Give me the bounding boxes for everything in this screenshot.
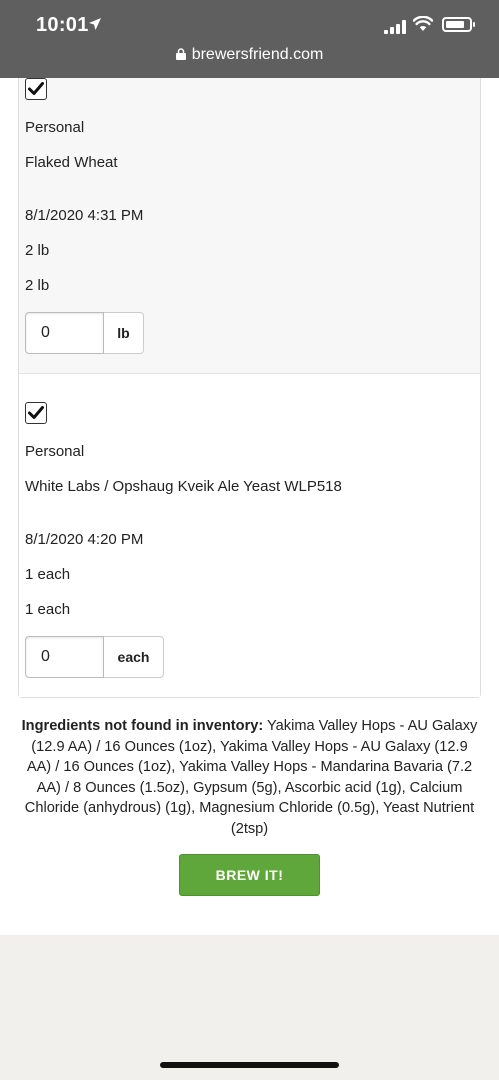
checkmark-icon — [28, 406, 44, 419]
url-bar[interactable]: brewersfriend.com — [0, 46, 499, 64]
home-indicator[interactable] — [160, 1062, 339, 1068]
brew-it-button[interactable]: BREW IT! — [179, 854, 320, 896]
item-type: Personal — [25, 443, 85, 460]
item-date: 8/1/2020 4:31 PM — [25, 207, 144, 224]
inventory-item: Personal Flaked Wheat 8/1/2020 4:31 PM 2… — [19, 78, 480, 374]
item-name: Flaked Wheat — [25, 154, 118, 171]
item-type: Personal — [25, 119, 85, 136]
status-time: 10:01 — [36, 14, 89, 36]
location-arrow-icon — [89, 18, 101, 30]
missing-ingredients-list: Yakima Valley Hops - AU Galaxy (12.9 AA)… — [24, 718, 478, 837]
item-amount: 2 lb — [25, 242, 50, 259]
cellular-signal-icon — [384, 20, 406, 34]
checkmark-icon — [28, 82, 44, 95]
battery-icon — [442, 17, 475, 32]
inventory-card: Personal Flaked Wheat 8/1/2020 4:31 PM 2… — [18, 78, 481, 698]
unit-label: lb — [104, 312, 144, 354]
url-text: brewersfriend.com — [191, 46, 324, 63]
browser-top-bar: 10:01 brewersfriend.com — [0, 0, 499, 78]
quantity-input-group: each — [25, 636, 164, 678]
missing-ingredients-note: Ingredients not found in inventory: Yaki… — [18, 716, 481, 840]
lock-icon — [175, 48, 186, 60]
unit-label: each — [104, 636, 164, 678]
item-amount: 1 each — [25, 566, 71, 583]
inventory-item: Personal White Labs / Opshaug Kveik Ale … — [19, 375, 480, 697]
item-name: White Labs / Opshaug Kveik Ale Yeast WLP… — [25, 478, 342, 495]
item-amount-remaining: 1 each — [25, 601, 71, 618]
item-amount-remaining: 2 lb — [25, 277, 50, 294]
item-checkbox[interactable] — [25, 78, 47, 100]
quantity-input[interactable] — [25, 312, 104, 354]
missing-ingredients-label: Ingredients not found in inventory: — [21, 718, 264, 734]
quantity-input[interactable] — [25, 636, 104, 678]
item-date: 8/1/2020 4:20 PM — [25, 531, 144, 548]
wifi-icon — [413, 16, 433, 31]
quantity-input-group: lb — [25, 312, 144, 354]
item-checkbox[interactable] — [25, 402, 47, 424]
page-footer — [0, 935, 499, 1080]
